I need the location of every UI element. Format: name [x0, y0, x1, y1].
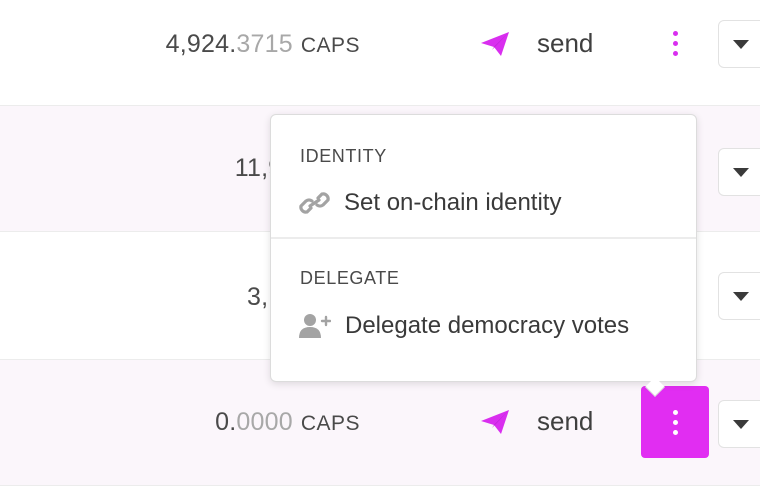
kebab-dot [672, 30, 678, 36]
expand-button[interactable] [718, 400, 760, 448]
more-options-button[interactable] [641, 7, 709, 79]
menu-divider [271, 237, 696, 239]
paper-plane-icon [481, 409, 509, 434]
account-actions-menu: IDENTITY Set on-chain identity DELEGATE … [270, 114, 697, 397]
balance: 4,924.3715 CAPS [166, 30, 360, 59]
kebab-dot [672, 50, 678, 56]
account-row: 4,924.3715 CAPS send [0, 0, 760, 106]
caret-down-icon [733, 168, 749, 177]
balance-unit: CAPS [300, 34, 360, 57]
balance-unit: CAPS [300, 412, 360, 435]
paper-plane-icon [481, 31, 509, 56]
set-identity-menu-item[interactable]: Set on-chain identity [299, 189, 561, 217]
balance: 0.0000 CAPS [215, 408, 360, 437]
delegate-votes-menu-item[interactable]: Delegate democracy votes [299, 312, 629, 340]
expand-button[interactable] [718, 20, 760, 68]
identity-section-title: IDENTITY [300, 146, 387, 166]
balance-fraction: 0000 [236, 408, 293, 436]
more-options-button[interactable] [641, 386, 709, 458]
balance-integer: 0. [215, 408, 237, 436]
delegate-votes-label: Delegate democracy votes [345, 312, 630, 339]
send-button[interactable]: send [479, 28, 593, 59]
caret-down-icon [733, 40, 749, 49]
kebab-dot [672, 419, 678, 425]
delegate-section-title: DELEGATE [300, 268, 400, 288]
kebab-dot [672, 409, 678, 415]
set-identity-label: Set on-chain identity [344, 189, 562, 216]
send-label: send [537, 406, 594, 436]
link-icon [299, 192, 330, 214]
expand-button[interactable] [718, 272, 760, 320]
balance-integer: 4,924. [165, 30, 237, 58]
balance-fraction: 3715 [236, 30, 293, 58]
caret-down-icon [733, 420, 749, 429]
caret-down-icon [733, 292, 749, 301]
expand-button[interactable] [718, 148, 760, 196]
kebab-dot [672, 40, 678, 46]
kebab-dot [672, 429, 678, 435]
send-label: send [537, 28, 594, 58]
user-plus-icon [299, 314, 331, 338]
send-button[interactable]: send [479, 406, 593, 437]
